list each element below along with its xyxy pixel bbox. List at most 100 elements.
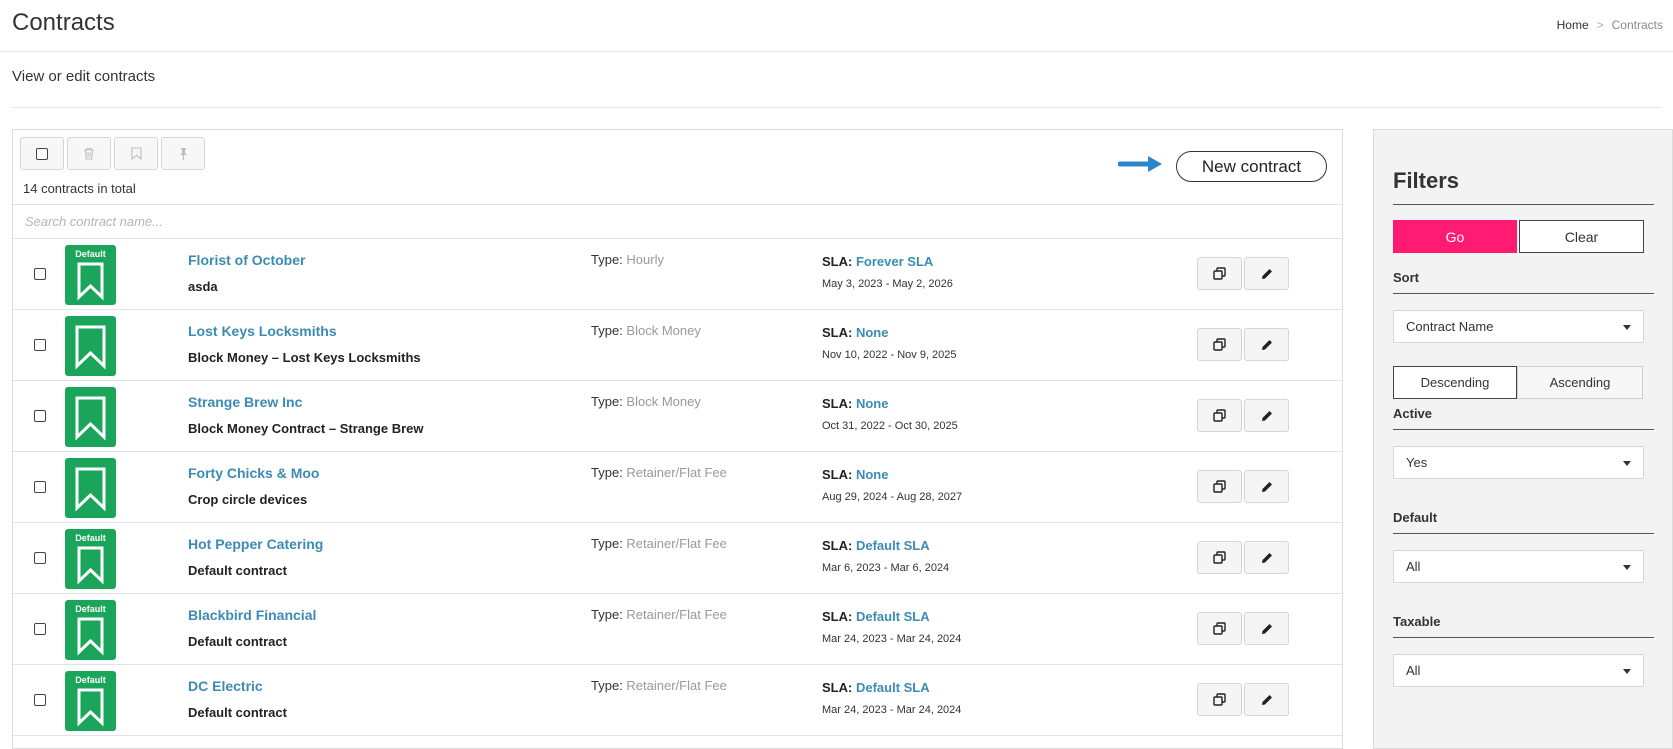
caret-down-icon <box>1623 325 1631 330</box>
contract-dates: Mar 6, 2023 - Mar 6, 2024 <box>822 562 950 574</box>
sla-value-link[interactable]: None <box>856 396 889 411</box>
row-checkbox[interactable] <box>34 623 46 635</box>
trash-icon <box>84 147 94 160</box>
copy-contract-button[interactable] <box>1197 328 1242 361</box>
contract-dates: Mar 24, 2023 - Mar 24, 2024 <box>822 633 962 645</box>
row-checkbox[interactable] <box>34 268 46 280</box>
contract-name-link[interactable]: Strange Brew Inc <box>188 394 302 410</box>
sla-value-link[interactable]: Default SLA <box>856 680 930 695</box>
sla-value-link[interactable]: None <box>856 467 889 482</box>
contracts-total: 14 contracts in total <box>23 181 136 196</box>
contract-row: Default DC Electric Default contract Typ… <box>13 665 1342 736</box>
new-contract-button[interactable]: New contract <box>1176 151 1327 182</box>
delete-button[interactable] <box>67 137 111 170</box>
type-value: Block Money <box>626 323 701 338</box>
type-value: Block Money <box>626 394 701 409</box>
breadcrumb-separator: > <box>1596 18 1604 32</box>
row-checkbox[interactable] <box>34 694 46 706</box>
divider <box>1393 204 1654 205</box>
caret-down-icon <box>1623 565 1631 570</box>
bookmark-button[interactable] <box>114 137 158 170</box>
bookmark-icon <box>130 147 142 160</box>
contract-description: asda <box>188 279 218 294</box>
caret-down-icon <box>1623 461 1631 466</box>
breadcrumb: Home > Contracts <box>1557 18 1663 32</box>
clear-button[interactable]: Clear <box>1519 220 1644 253</box>
contract-name-link[interactable]: Hot Pepper Catering <box>188 536 323 552</box>
select-all-button[interactable] <box>20 137 64 170</box>
edit-contract-button[interactable] <box>1244 257 1289 290</box>
contract-badge <box>65 387 116 447</box>
sla-label: SLA: <box>822 609 853 624</box>
type-value: Retainer/Flat Fee <box>626 465 727 480</box>
type-label: Type: <box>591 607 623 622</box>
sla-value-link[interactable]: Default SLA <box>856 538 930 553</box>
copy-contract-button[interactable] <box>1197 683 1242 716</box>
sort-ascending-button[interactable]: Ascending <box>1517 366 1643 399</box>
contract-name-link[interactable]: Blackbird Financial <box>188 607 316 623</box>
contract-badge <box>65 458 116 518</box>
contract-row: Forty Chicks & Moo Crop circle devices T… <box>13 452 1342 523</box>
copy-contract-button[interactable] <box>1197 399 1242 432</box>
active-select-value: Yes <box>1406 455 1428 470</box>
sla-label: SLA: <box>822 538 853 553</box>
pencil-icon <box>1261 481 1272 492</box>
copy-contract-button[interactable] <box>1197 470 1242 503</box>
divider <box>12 107 1661 108</box>
copy-icon <box>1213 622 1226 635</box>
pin-button[interactable] <box>161 137 205 170</box>
pencil-icon <box>1261 410 1272 421</box>
row-checkbox[interactable] <box>34 410 46 422</box>
edit-contract-button[interactable] <box>1244 683 1289 716</box>
contract-dates: Oct 31, 2022 - Oct 30, 2025 <box>822 420 958 432</box>
divider <box>1393 533 1654 534</box>
contract-type: Type: Retainer/Flat Fee <box>591 678 727 693</box>
type-label: Type: <box>591 465 623 480</box>
contract-name-link[interactable]: DC Electric <box>188 678 263 694</box>
sla-label: SLA: <box>822 396 853 411</box>
contract-name-link[interactable]: Forty Chicks & Moo <box>188 465 319 481</box>
row-checkbox[interactable] <box>34 481 46 493</box>
copy-contract-button[interactable] <box>1197 541 1242 574</box>
contract-dates: Mar 24, 2023 - Mar 24, 2024 <box>822 704 962 716</box>
contract-badge: Default <box>65 245 116 305</box>
contract-dates: Nov 10, 2022 - Nov 9, 2025 <box>822 349 957 361</box>
sla-label: SLA: <box>822 325 853 340</box>
edit-contract-button[interactable] <box>1244 612 1289 645</box>
active-select[interactable]: Yes <box>1393 446 1644 479</box>
contract-name-link[interactable]: Florist of October <box>188 252 305 268</box>
copy-icon <box>1213 551 1226 564</box>
contract-badge <box>65 316 116 376</box>
search-input[interactable] <box>13 205 1342 238</box>
copy-contract-button[interactable] <box>1197 257 1242 290</box>
pencil-icon <box>1261 694 1272 705</box>
search-bar <box>13 204 1342 239</box>
contract-sla: SLA: Default SLA <box>822 680 930 695</box>
sort-descending-button[interactable]: Descending <box>1393 366 1517 399</box>
sla-value-link[interactable]: None <box>856 325 889 340</box>
row-checkbox[interactable] <box>34 552 46 564</box>
bookmark-icon <box>77 617 104 656</box>
breadcrumb-home-link[interactable]: Home <box>1557 18 1589 32</box>
edit-contract-button[interactable] <box>1244 541 1289 574</box>
sla-value-link[interactable]: Default SLA <box>856 609 930 624</box>
contract-type: Type: Block Money <box>591 323 701 338</box>
contract-sla: SLA: None <box>822 325 888 340</box>
contract-name-link[interactable]: Lost Keys Locksmiths <box>188 323 337 339</box>
row-checkbox[interactable] <box>34 339 46 351</box>
default-select[interactable]: All <box>1393 550 1644 583</box>
sla-value-link[interactable]: Forever SLA <box>856 254 933 269</box>
copy-contract-button[interactable] <box>1197 612 1242 645</box>
edit-contract-button[interactable] <box>1244 328 1289 361</box>
go-button[interactable]: Go <box>1393 220 1517 253</box>
edit-contract-button[interactable] <box>1244 399 1289 432</box>
edit-contract-button[interactable] <box>1244 470 1289 503</box>
taxable-select[interactable]: All <box>1393 654 1644 687</box>
sort-select[interactable]: Contract Name <box>1393 310 1644 343</box>
contract-type: Type: Retainer/Flat Fee <box>591 607 727 622</box>
bookmark-icon <box>75 325 106 370</box>
contract-row: Default Hot Pepper Catering Default cont… <box>13 523 1342 594</box>
sla-label: SLA: <box>822 254 853 269</box>
taxable-select-value: All <box>1406 663 1421 678</box>
contract-description: Default contract <box>188 634 287 649</box>
